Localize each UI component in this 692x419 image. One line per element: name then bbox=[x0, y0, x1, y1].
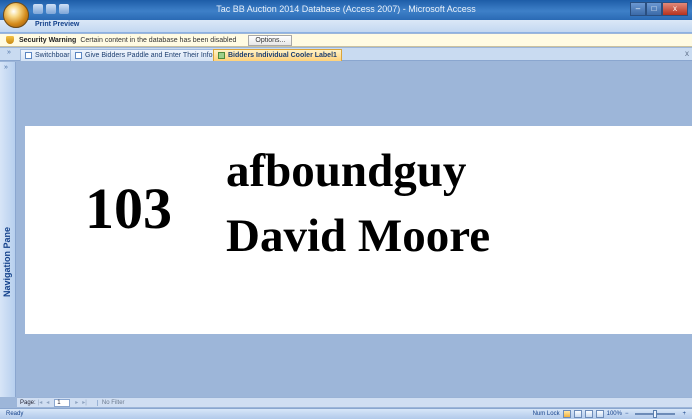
previous-page-icon[interactable]: ◂ bbox=[46, 399, 49, 406]
next-page-icon[interactable]: ▸ bbox=[75, 399, 78, 406]
filter-indicator[interactable]: No Filter bbox=[96, 399, 125, 406]
shield-icon bbox=[6, 36, 14, 44]
document-tabs: » Switchboard Give Bidders Paddle and En… bbox=[0, 48, 692, 61]
bidder-number: 103 bbox=[85, 176, 172, 241]
close-document-icon[interactable]: x bbox=[685, 49, 689, 58]
form-icon bbox=[75, 52, 82, 59]
status-text: Ready bbox=[6, 411, 24, 417]
num-lock-indicator: Num Lock bbox=[532, 411, 560, 417]
chevron-right-icon[interactable]: » bbox=[4, 64, 8, 71]
window-controls: – □ x bbox=[630, 2, 688, 16]
page-navigation-bar: Page: |◂ ◂ 1 ▸ ▸| No Filter bbox=[17, 397, 692, 407]
chevron-right-icon[interactable]: » bbox=[7, 49, 11, 56]
design-view-icon[interactable] bbox=[595, 410, 604, 418]
bidder-username: afboundguy bbox=[226, 145, 467, 197]
report-preview-area: 103 afboundguy David Moore bbox=[17, 62, 692, 397]
ribbon-tab-print-preview[interactable]: Print Preview bbox=[35, 21, 79, 28]
status-bar-right: Num Lock 100% − + bbox=[533, 410, 686, 418]
options-button[interactable]: Options... bbox=[248, 34, 293, 46]
window-title: Tac BB Auction 2014 Database (Access 200… bbox=[216, 4, 476, 14]
tab-label: Switchboard bbox=[35, 52, 74, 59]
navigation-pane-label: Navigation Pane bbox=[2, 226, 12, 297]
zoom-slider[interactable] bbox=[635, 410, 676, 418]
zoom-out-icon[interactable]: − bbox=[625, 411, 629, 417]
security-warning-message: Certain content in the database has been… bbox=[80, 36, 237, 44]
print-preview-view-icon[interactable] bbox=[562, 410, 571, 418]
ribbon: Print Preview bbox=[0, 20, 692, 33]
layout-view-icon[interactable] bbox=[584, 410, 593, 418]
close-button[interactable]: x bbox=[662, 2, 688, 16]
report-icon bbox=[218, 52, 225, 59]
minimize-button[interactable]: – bbox=[630, 2, 646, 16]
zoom-slider-thumb[interactable] bbox=[653, 410, 658, 418]
security-warning-title: Security Warning bbox=[19, 36, 77, 44]
status-bar: Ready Num Lock 100% − + bbox=[0, 408, 692, 419]
office-button[interactable] bbox=[3, 2, 29, 28]
title-bar: Tac BB Auction 2014 Database (Access 200… bbox=[0, 0, 692, 20]
last-page-icon[interactable]: ▸| bbox=[82, 399, 87, 406]
page-label: Page: bbox=[20, 399, 36, 406]
report-view-icon[interactable] bbox=[573, 410, 582, 418]
first-page-icon[interactable]: |◂ bbox=[38, 399, 43, 406]
cooler-label-page: 103 afboundguy David Moore bbox=[25, 126, 692, 334]
tab-label: Bidders Individual Cooler Label1 bbox=[228, 52, 337, 59]
security-warning-bar: Security Warning Certain content in the … bbox=[0, 34, 692, 47]
zoom-level: 100% bbox=[606, 411, 622, 417]
zoom-in-icon[interactable]: + bbox=[682, 411, 686, 417]
maximize-button[interactable]: □ bbox=[646, 2, 662, 16]
form-icon bbox=[25, 52, 32, 59]
navigation-pane[interactable]: » Navigation Pane bbox=[0, 62, 16, 397]
page-number-input[interactable]: 1 bbox=[54, 398, 71, 407]
tab-bidders-cooler-label[interactable]: Bidders Individual Cooler Label1 bbox=[213, 49, 342, 61]
bidder-full-name: David Moore bbox=[226, 210, 491, 262]
